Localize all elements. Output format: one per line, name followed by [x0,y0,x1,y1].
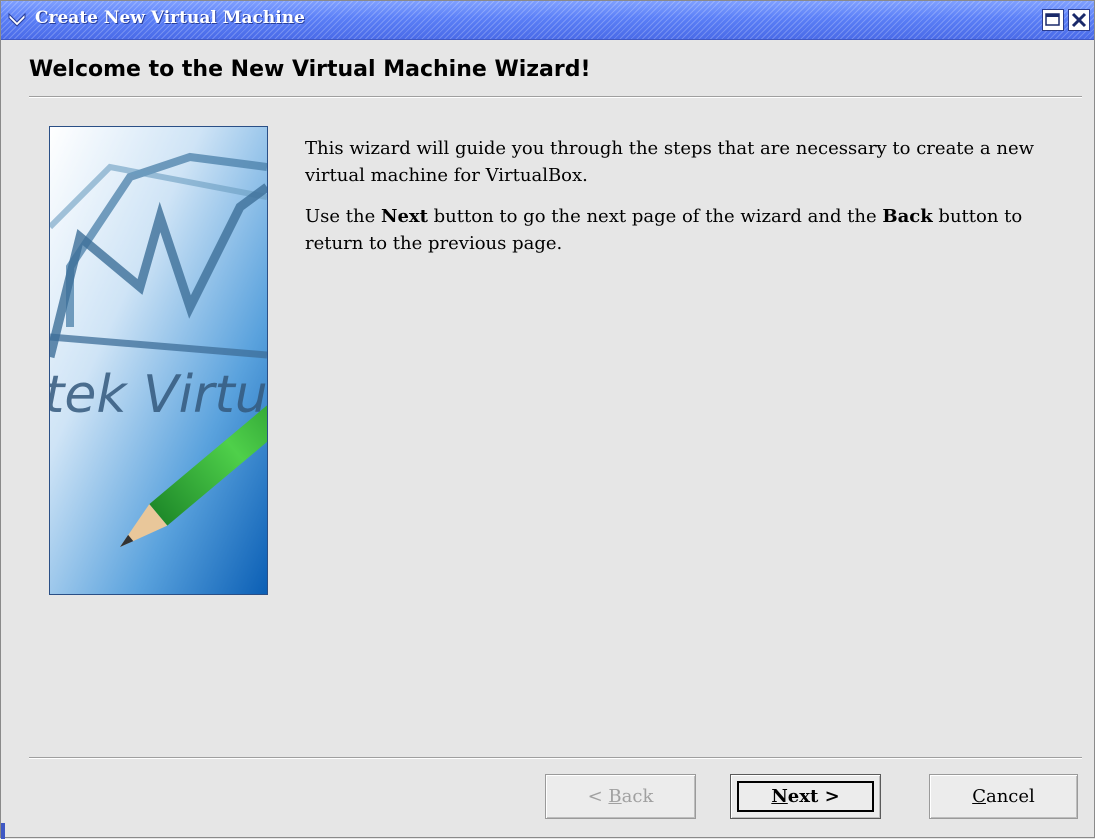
maximize-icon [1045,13,1060,26]
back-label-rest: ack [621,786,654,807]
image-logo-text: tek Virtua [50,365,267,425]
cancel-label-rest: ancel [985,786,1035,807]
cancel-mnemonic: C [972,786,986,807]
cancel-button[interactable]: Cancel [929,774,1078,819]
next-label-rest: ext [787,786,819,807]
next-button[interactable]: Next > [730,774,881,819]
window-corner [1,823,5,839]
chevron-down-icon[interactable] [7,9,27,29]
instructions-next-word: Next [380,206,428,227]
back-mnemonic: B [608,786,622,807]
next-arrow: > [824,786,840,807]
page-title: Welcome to the New Virtual Machine Wizar… [29,57,591,82]
wizard-window: Create New Virtual Machine Welcome to th… [0,0,1095,839]
title-bar[interactable]: Create New Virtual Machine [1,1,1094,40]
header-divider [29,96,1082,98]
instructions-text-1: Use the [305,206,381,227]
intro-paragraph: This wizard will guide you through the s… [305,138,1035,186]
close-button[interactable] [1068,9,1090,31]
instructions-text-2: button to go the next page of the wizard… [427,206,883,227]
next-focus-ring: Next > [737,781,874,812]
maximize-button[interactable] [1042,9,1064,31]
back-arrow: < [587,786,603,807]
next-mnemonic: N [771,786,788,807]
footer-divider [29,757,1082,759]
wizard-side-image: tek Virtua [49,126,268,595]
instructions-paragraph: Use the Next button to go the next page … [305,203,1065,257]
wizard-description: This wizard will guide you through the s… [305,135,1065,271]
close-icon [1071,12,1087,28]
window-title: Create New Virtual Machine [35,8,305,28]
back-button[interactable]: < Back [545,774,696,819]
instructions-back-word: Back [882,206,933,227]
